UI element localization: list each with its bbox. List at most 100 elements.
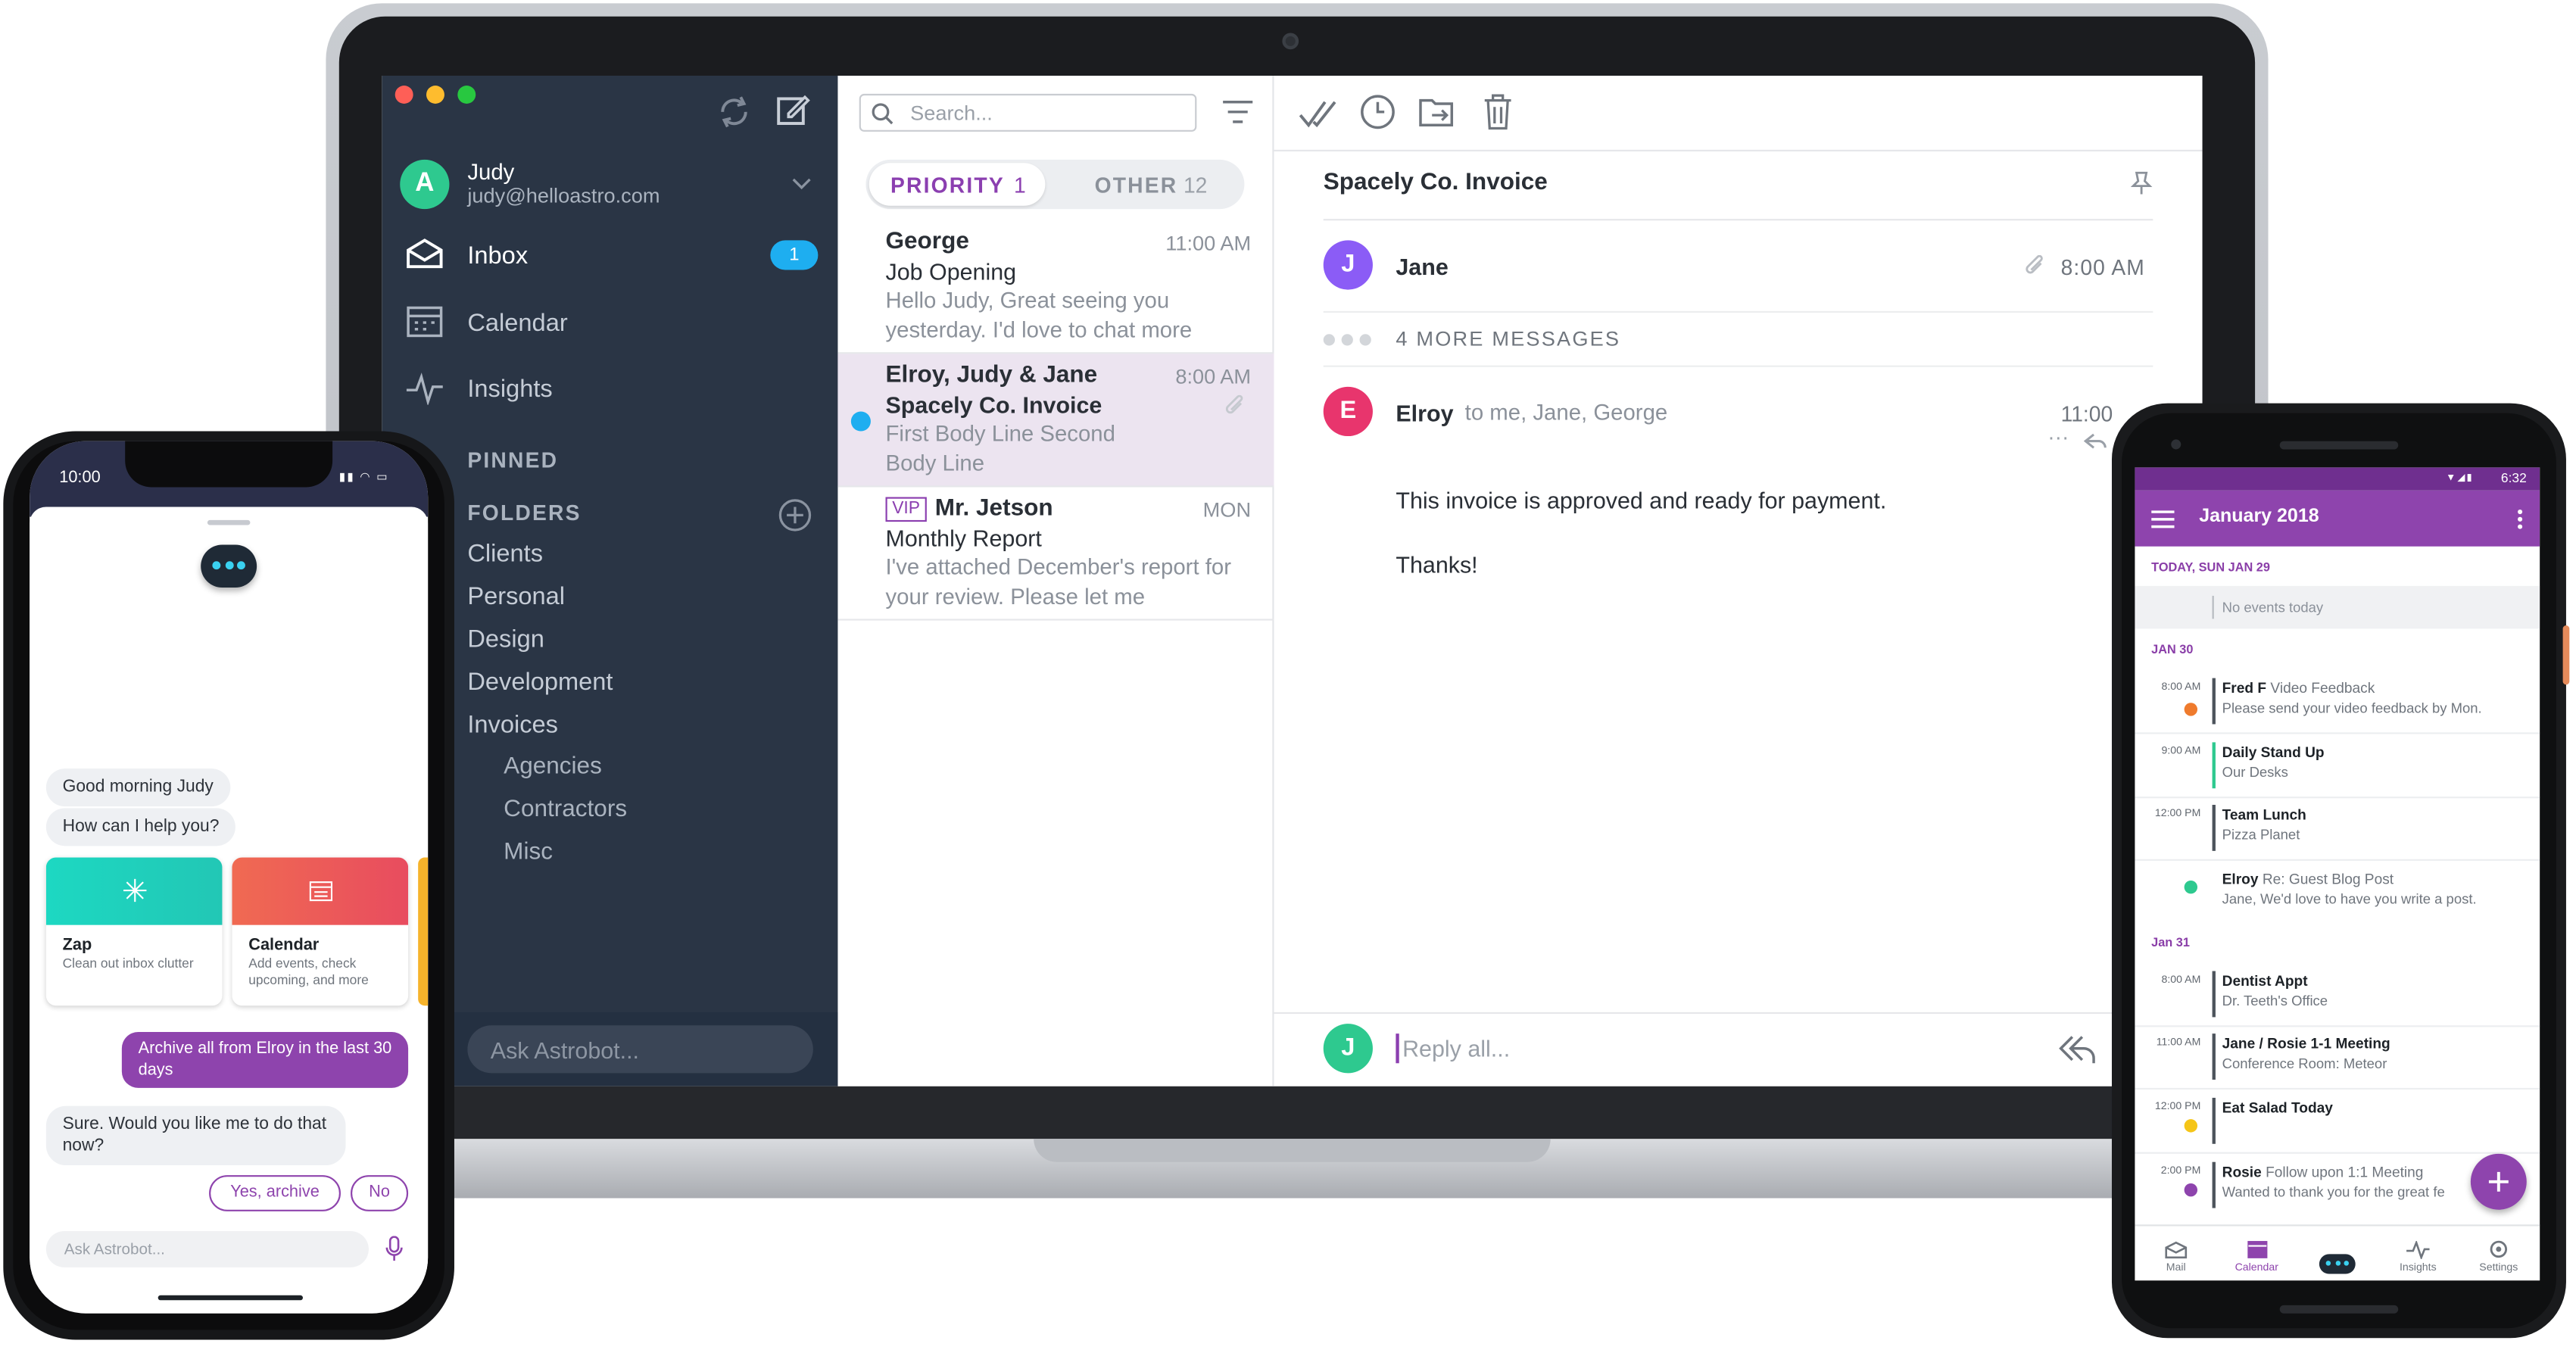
event-title: Team Lunch — [2222, 806, 2306, 823]
plus-icon — [2488, 1171, 2509, 1192]
today-label: TODAY, SUN JAN 29 — [2151, 560, 2270, 575]
event-desc: Pizza Planet — [2222, 826, 2300, 843]
event-name: Elroy Re: Guest Blog Post — [2222, 871, 2394, 887]
folder-personal[interactable]: Personal — [467, 583, 565, 611]
more-messages-link[interactable]: 4 MORE MESSAGES — [1396, 328, 1620, 351]
compose-icon[interactable] — [775, 92, 812, 129]
chevron-down-icon[interactable] — [792, 178, 812, 191]
nav-inbox[interactable]: Inbox — [467, 242, 528, 270]
close-window-button[interactable] — [395, 86, 413, 104]
event-desc: Wanted to thank you for the great fe — [2222, 1183, 2445, 1200]
message-preview: Hello Judy, Great seeing you yesterday. … — [885, 288, 1193, 343]
inbox-unread-badge: 1 — [770, 240, 819, 270]
message-row-elroy[interactable]: Elroy, Judy & Jane 8:00 AM Spacely Co. I… — [837, 354, 1274, 488]
attachment-icon — [2026, 254, 2043, 274]
sync-icon[interactable] — [716, 94, 753, 130]
event-bar — [2212, 1161, 2215, 1208]
pin-icon[interactable] — [2128, 170, 2155, 196]
tab-other[interactable]: OTHER 12 — [1052, 163, 1243, 206]
mark-done-icon[interactable] — [1299, 95, 1338, 132]
account-avatar[interactable]: A — [400, 159, 450, 210]
move-folder-icon[interactable] — [1419, 95, 1455, 128]
avatar-badge-icon — [2184, 880, 2198, 894]
filter-icon[interactable] — [1221, 98, 1254, 125]
message-row-jetson[interactable]: VIP Mr. Jetson MON Monthly Report I've a… — [837, 487, 1274, 621]
event-row[interactable]: 9:00 AM Daily Stand Up Our Desks — [2135, 736, 2540, 799]
next-card-peek[interactable] — [418, 857, 429, 1006]
event-row[interactable]: 8:00 AM Dentist Appt Dr. Teeth's Office — [2135, 965, 2540, 1027]
toolbar-divider — [1274, 149, 2203, 151]
event-name: Fred F Video Feedback — [2222, 680, 2375, 697]
folder-design[interactable]: Design — [467, 625, 544, 653]
folder-misc[interactable]: Misc — [504, 840, 553, 866]
trash-icon[interactable] — [1483, 94, 1513, 130]
tab-insights[interactable]: Insights — [2378, 1239, 2457, 1274]
sheet-handle[interactable] — [207, 519, 251, 525]
event-row[interactable]: 8:00 AM Fred F Video Feedback Please sen… — [2135, 672, 2540, 734]
more-actions-icon[interactable]: ··· — [2047, 425, 2069, 450]
message-subject: Monthly Report — [885, 525, 1042, 552]
status-icons: ▮▮ ◠ ▭ — [338, 472, 389, 485]
tab-calendar[interactable]: Calendar — [2217, 1239, 2296, 1274]
astrobot-chat-app: 10:00 ▮▮ ◠ ▭ Good morning Judy How can I… — [30, 441, 429, 1314]
message-row-george[interactable]: George 11:00 AM Job Opening Hello Judy, … — [837, 220, 1274, 354]
event-name: Rosie Follow upon 1:1 Meeting — [2222, 1164, 2424, 1180]
microphone-icon[interactable] — [385, 1236, 404, 1263]
reply-icon[interactable] — [2084, 432, 2107, 451]
tab-mail[interactable]: Mail — [2137, 1241, 2216, 1274]
event-row[interactable]: 12:00 PM Eat Salad Today — [2135, 1091, 2540, 1154]
message-time: 11:00 AM — [1165, 232, 1252, 255]
status-time: 10:00 — [59, 469, 101, 488]
calendar-card-header — [232, 857, 409, 925]
zap-card[interactable]: Zap Clean out inbox clutter — [45, 857, 223, 1006]
sender-name-elroy[interactable]: Elroy — [1396, 400, 1453, 426]
no-button[interactable]: No — [351, 1175, 409, 1211]
event-row[interactable]: Elroy Re: Guest Blog Post Jane, We'd lov… — [2135, 862, 2540, 925]
nav-calendar[interactable]: Calendar — [467, 310, 567, 338]
calendar-icon — [407, 306, 443, 338]
event-desc: Please send your video feedback by Mon. — [2222, 699, 2482, 716]
minimize-window-button[interactable] — [426, 86, 444, 104]
insights-icon — [2406, 1239, 2430, 1261]
zap-card-header — [45, 857, 223, 925]
divider — [1323, 219, 2153, 221]
event-desc: Our Desks — [2222, 763, 2288, 781]
tab-settings[interactable]: Settings — [2459, 1239, 2538, 1274]
day-label-jan30: JAN 30 — [2151, 641, 2194, 657]
more-messages-dots-icon[interactable] — [1323, 334, 1373, 347]
event-title: Daily Stand Up — [2222, 744, 2325, 761]
tab-priority[interactable]: PRIORITY 1 — [869, 163, 1046, 206]
product-showcase: A Judy judy@helloastro.com Inbox 1 Calen… — [0, 0, 2576, 1353]
reply-all-icon[interactable] — [2057, 1033, 2097, 1066]
event-extra: Follow upon 1:1 Meeting — [2266, 1163, 2424, 1180]
folder-clients[interactable]: Clients — [467, 540, 543, 568]
tab-astrobot[interactable] — [2298, 1244, 2377, 1274]
event-time: 12:00 PM — [2154, 808, 2201, 820]
yes-archive-button[interactable]: Yes, archive — [209, 1175, 341, 1211]
calendar-card[interactable]: Calendar Add events, check upcoming, and… — [232, 857, 409, 1006]
event-row[interactable]: 12:00 PM Team Lunch Pizza Planet — [2135, 798, 2540, 861]
mail-app-window: A Judy judy@helloastro.com Inbox 1 Calen… — [382, 75, 2203, 1086]
menu-icon[interactable] — [2151, 510, 2175, 528]
attachment-icon — [1225, 394, 1243, 414]
nav-insights[interactable]: Insights — [467, 376, 552, 404]
calendar-icon — [309, 881, 333, 902]
calendar-icon — [2247, 1241, 2267, 1258]
folder-development[interactable]: Development — [467, 669, 613, 697]
ask-astrobot-input[interactable]: Ask Astrobot... — [45, 1231, 369, 1267]
zoom-window-button[interactable] — [457, 86, 476, 104]
message-time: MON — [1202, 498, 1252, 522]
event-row[interactable]: 11:00 AM Jane / Rosie 1-1 Meeting Confer… — [2135, 1027, 2540, 1090]
overflow-menu-icon[interactable] — [2517, 509, 2524, 530]
folder-invoices[interactable]: Invoices — [467, 711, 558, 739]
add-folder-icon[interactable] — [777, 497, 813, 533]
search-input[interactable]: Search... — [859, 93, 1197, 132]
ask-astrobot-input[interactable]: Ask Astrobot... — [467, 1025, 813, 1074]
email-subject: Spacely Co. Invoice — [1323, 169, 1548, 196]
reply-input[interactable]: Reply all... — [1402, 1035, 1510, 1062]
snooze-clock-icon[interactable] — [1360, 94, 1396, 130]
folder-agencies[interactable]: Agencies — [504, 754, 602, 781]
sender-name-jane[interactable]: Jane — [1396, 254, 1448, 280]
folder-contractors[interactable]: Contractors — [504, 797, 627, 823]
add-event-fab[interactable] — [2470, 1153, 2527, 1210]
